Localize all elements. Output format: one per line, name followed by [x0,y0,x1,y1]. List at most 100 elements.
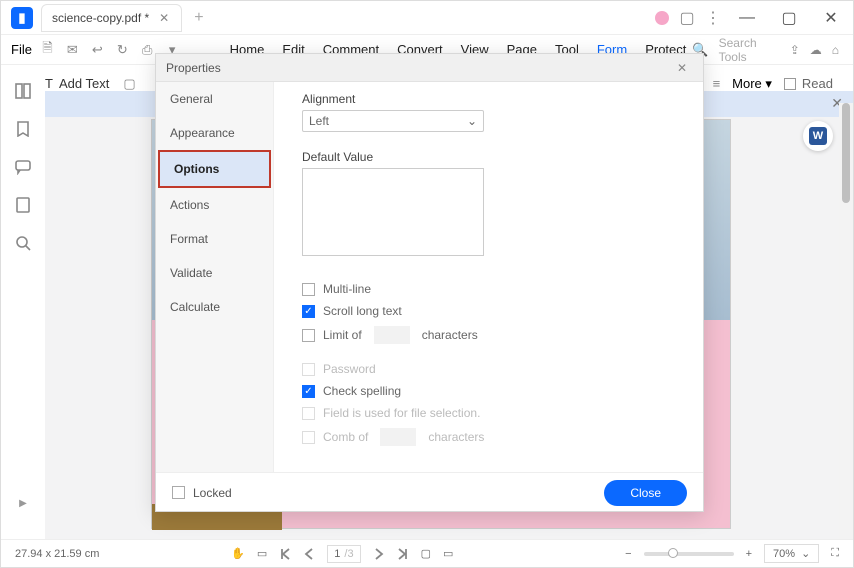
chevron-down-icon: ⌄ [801,547,810,560]
dialog-tab-options[interactable]: Options [158,150,271,188]
filesel-row: Field is used for file selection. [302,406,675,420]
zoom-value: 70% [773,548,795,560]
tab-title: science-copy.pdf * [52,11,149,25]
search-panel-icon[interactable] [15,235,31,251]
dialog-footer: Locked Close [156,472,703,512]
comb-pre-label: Comb of [323,430,368,444]
fit-page-icon[interactable]: ▢ [421,547,431,560]
open-window-icon[interactable]: ▢ [679,10,695,26]
page-dimensions: 27.94 x 21.59 cm [15,548,99,560]
properties-dialog: Properties ✕ General Appearance Options … [155,53,704,512]
zoom-slider[interactable] [644,552,734,556]
window-close[interactable]: ✕ [815,4,847,32]
window-minimize[interactable]: — [731,4,763,32]
default-value-input[interactable] [302,168,484,256]
limit-row[interactable]: Limit ofcharacters [302,326,675,344]
dialog-tab-format[interactable]: Format [156,222,273,256]
spell-row[interactable]: ✓ Check spelling [302,384,675,398]
scroll-row[interactable]: ✓ Scroll long text [302,304,675,318]
limit-input[interactable] [374,326,410,344]
total-pages: /3 [344,548,353,560]
zoom-out-icon[interactable]: − [625,548,631,560]
bookmark-icon[interactable] [15,121,31,137]
more-button[interactable]: More ▾ [732,76,772,92]
dialog-close-icon[interactable]: ✕ [671,59,693,77]
password-row: Password [302,362,675,376]
attachment-icon[interactable] [15,197,31,213]
default-value-label: Default Value [302,150,675,164]
dialog-content: Alignment Left ⌄ Default Value Multi-lin… [274,82,703,472]
comb-input [380,428,416,446]
read-checkbox-icon [784,78,796,90]
align-icon[interactable]: ≡ [713,76,721,91]
share-icon[interactable]: ⇪ [790,43,800,57]
cloud-icon[interactable]: ☁ [810,43,822,57]
zoom-level[interactable]: 70% ⌄ [764,544,819,563]
dialog-tab-appearance[interactable]: Appearance [156,116,273,150]
multiline-label: Multi-line [323,282,371,296]
spell-label: Check spelling [323,384,401,398]
limit-checkbox [302,329,315,342]
file-menu[interactable]: File [11,42,32,57]
fit-width-icon[interactable]: ▭ [443,547,453,560]
add-text-button[interactable]: T Add Text [45,76,109,91]
scroll-checkbox: ✓ [302,305,315,318]
read-label: Read [802,76,833,91]
document-tab[interactable]: science-copy.pdf * ✕ [41,4,182,32]
next-page-icon[interactable] [373,548,385,560]
comment-icon[interactable] [15,159,31,175]
comb-row: Comb of characters [302,428,675,446]
dialog-tab-actions[interactable]: Actions [156,188,273,222]
word-icon: W [809,127,827,145]
filesel-checkbox [302,407,315,420]
form-tool-icon-1[interactable]: ▢ [123,76,135,92]
text-icon: T [45,76,53,91]
add-text-label: Add Text [59,76,109,91]
app-icon: ▮ [11,7,33,29]
thumbnails-icon[interactable] [15,83,31,99]
dialog-tab-validate[interactable]: Validate [156,256,273,290]
locked-checkbox [172,486,185,499]
search-tools[interactable]: Search Tools [719,36,780,64]
sidebar-collapse[interactable]: ▶ [19,498,27,509]
window-maximize[interactable]: ▢ [773,4,805,32]
locked-toggle[interactable]: Locked [172,486,232,500]
chevron-down-icon: ⌄ [467,114,477,128]
password-checkbox [302,363,315,376]
close-button[interactable]: Close [604,480,687,506]
dialog-header: Properties ✕ [156,54,703,82]
page-number-box[interactable]: 1 /3 [327,545,360,563]
ai-badge-icon[interactable] [655,11,669,25]
vertical-scrollbar[interactable] [839,103,853,539]
current-page: 1 [334,548,340,560]
first-page-icon[interactable] [279,548,291,560]
limit-post-label: characters [422,328,478,342]
multiline-row[interactable]: Multi-line [302,282,675,296]
word-export-badge[interactable]: W [803,121,833,151]
dialog-tab-calculate[interactable]: Calculate [156,290,273,324]
mail-icon[interactable]: ✉ [63,42,82,58]
undo-icon[interactable]: ↩ [88,42,107,58]
dialog-tab-general[interactable]: General [156,82,273,116]
home-icon[interactable]: ⌂ [832,43,839,57]
alignment-select[interactable]: Left ⌄ [302,110,484,132]
save-icon[interactable]: 🗎 [38,39,57,61]
comb-post-label: characters [428,430,484,444]
scroll-label: Scroll long text [323,304,402,318]
kebab-menu-icon[interactable]: ⋮ [705,10,721,26]
comb-checkbox [302,431,315,444]
print-icon[interactable]: ⎙ [138,42,157,58]
prev-page-icon[interactable] [303,548,315,560]
zoom-in-icon[interactable]: + [746,548,752,560]
filesel-label: Field is used for file selection. [323,406,480,420]
read-toggle[interactable]: Read [784,76,833,91]
fullscreen-icon[interactable]: ⛶ [831,547,839,560]
tab-close-icon[interactable]: ✕ [157,11,171,25]
password-label: Password [323,362,376,376]
new-tab-button[interactable]: + [190,5,207,31]
hand-tool-icon[interactable]: ✋ [231,547,245,560]
spell-checkbox: ✓ [302,385,315,398]
last-page-icon[interactable] [397,548,409,560]
select-tool-icon[interactable]: ▭ [257,547,267,560]
redo-icon[interactable]: ↻ [113,42,132,58]
